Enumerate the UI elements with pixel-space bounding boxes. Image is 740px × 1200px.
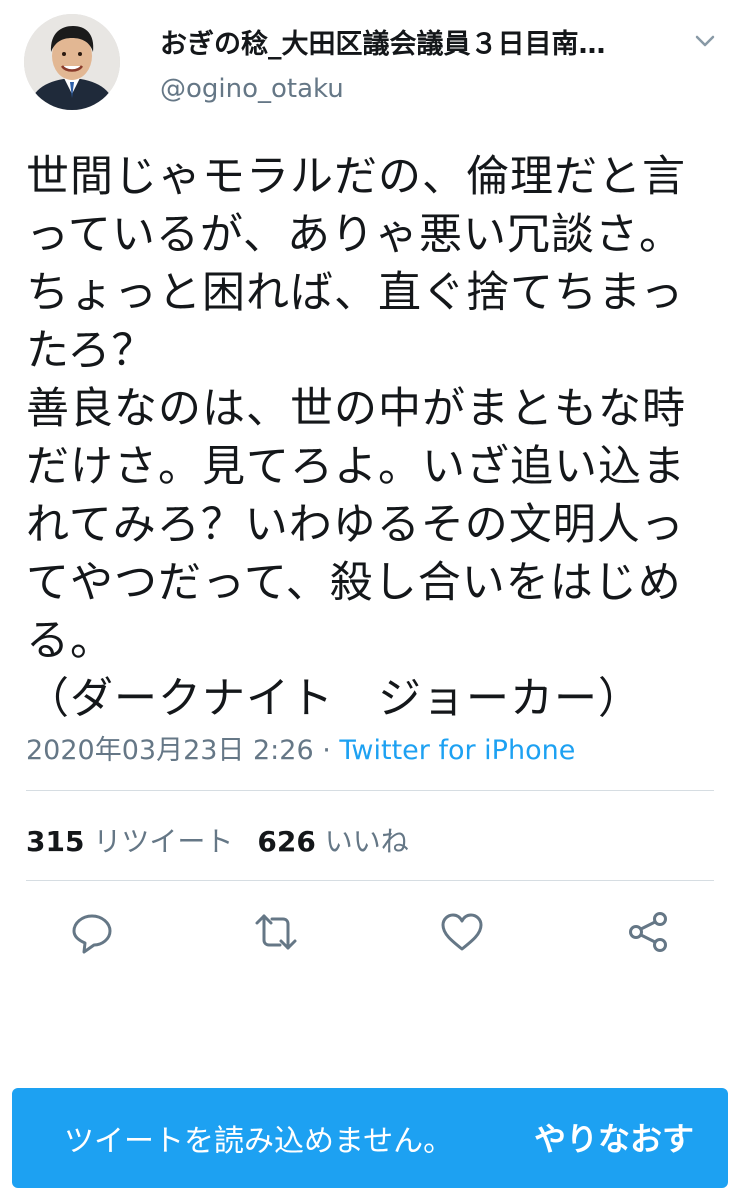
- retweet-icon[interactable]: [252, 908, 300, 956]
- chevron-down-icon[interactable]: [690, 26, 720, 56]
- tweet-source-link[interactable]: Twitter for iPhone: [339, 735, 575, 766]
- tweet-detail-screen: おぎの稔_大田区議会議員３日目南… @ogino_otaku 世間じゃモラルだの…: [0, 0, 740, 1200]
- avatar-portrait-image: [24, 14, 120, 110]
- like-icon[interactable]: [438, 908, 486, 956]
- tweet-text: 世間じゃモラルだの、倫理だと言っているが、ありゃ悪い冗談さ。ちょっと困れば、直ぐ…: [26, 152, 686, 724]
- reply-icon[interactable]: [68, 908, 116, 956]
- toast-message: ツイートを読み込めません。: [64, 1124, 454, 1159]
- divider: [26, 790, 714, 791]
- tweet-stats: 315 リツイート 626 いいね: [26, 820, 409, 860]
- tweet-timestamp[interactable]: 2020年03月23日 2:26 ·: [26, 735, 339, 766]
- tweet-meta: 2020年03月23日 2:26 · Twitter for iPhone: [26, 728, 575, 767]
- like-label: いいね: [324, 825, 409, 858]
- author-display-name[interactable]: おぎの稔_大田区議会議員３日目南…: [160, 22, 680, 61]
- tweet-header: おぎの稔_大田区議会議員３日目南… @ogino_otaku: [0, 0, 740, 130]
- retweet-label: リツイート: [93, 825, 234, 858]
- divider: [26, 880, 714, 881]
- avatar[interactable]: [24, 14, 120, 110]
- retry-button[interactable]: やりなおす: [524, 1110, 704, 1164]
- like-stat[interactable]: 626 いいね: [257, 825, 408, 858]
- retweet-stat[interactable]: 315 リツイート: [26, 825, 233, 858]
- error-toast: ツイートを読み込めません。 やりなおす: [12, 1088, 728, 1188]
- share-icon[interactable]: [624, 908, 672, 956]
- tweet-actions: [0, 900, 740, 964]
- author-handle[interactable]: @ogino_otaku: [160, 74, 344, 104]
- retweet-count: 315: [26, 825, 85, 858]
- like-count: 626: [257, 825, 316, 858]
